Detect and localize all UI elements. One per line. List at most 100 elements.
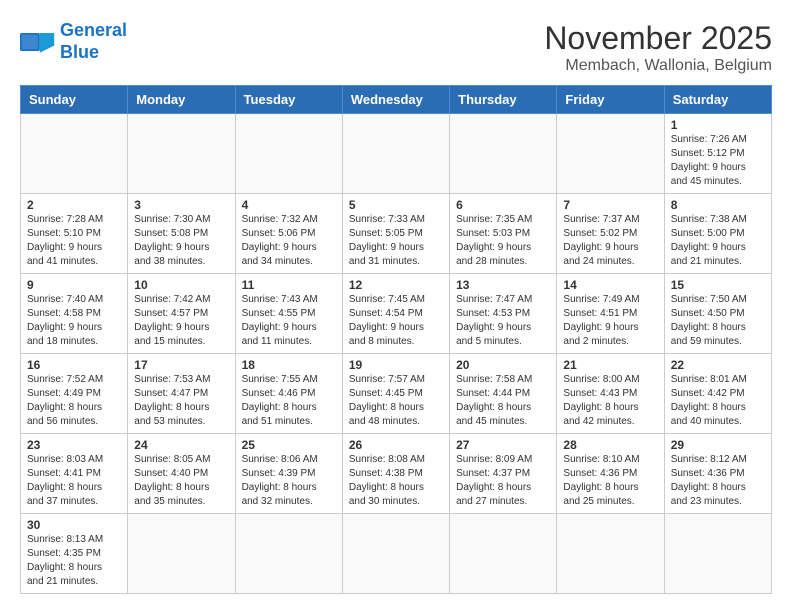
weekday-header-tuesday: Tuesday (235, 86, 342, 114)
week-row-3: 16Sunrise: 7:52 AM Sunset: 4:49 PM Dayli… (21, 354, 772, 434)
logo-general: General (60, 20, 127, 40)
calendar-cell: 11Sunrise: 7:43 AM Sunset: 4:55 PM Dayli… (235, 274, 342, 354)
calendar-cell (342, 514, 449, 594)
cell-content: Sunrise: 7:57 AM Sunset: 4:45 PM Dayligh… (349, 373, 443, 429)
calendar-cell (128, 114, 235, 194)
date-number: 28 (563, 438, 657, 452)
calendar-cell (557, 114, 664, 194)
calendar-cell: 28Sunrise: 8:10 AM Sunset: 4:36 PM Dayli… (557, 434, 664, 514)
date-number: 15 (671, 278, 765, 292)
calendar-cell: 20Sunrise: 7:58 AM Sunset: 4:44 PM Dayli… (450, 354, 557, 434)
calendar-cell: 7Sunrise: 7:37 AM Sunset: 5:02 PM Daylig… (557, 194, 664, 274)
calendar-cell: 3Sunrise: 7:30 AM Sunset: 5:08 PM Daylig… (128, 194, 235, 274)
cell-content: Sunrise: 8:08 AM Sunset: 4:38 PM Dayligh… (349, 453, 443, 509)
cell-content: Sunrise: 7:35 AM Sunset: 5:03 PM Dayligh… (456, 213, 550, 269)
date-number: 2 (27, 198, 121, 212)
calendar-cell: 8Sunrise: 7:38 AM Sunset: 5:00 PM Daylig… (664, 194, 771, 274)
cell-content: Sunrise: 7:47 AM Sunset: 4:53 PM Dayligh… (456, 293, 550, 349)
weekday-header-row: SundayMondayTuesdayWednesdayThursdayFrid… (21, 86, 772, 114)
logo: General Blue (20, 20, 127, 63)
week-row-2: 9Sunrise: 7:40 AM Sunset: 4:58 PM Daylig… (21, 274, 772, 354)
calendar-cell (235, 114, 342, 194)
cell-content: Sunrise: 7:53 AM Sunset: 4:47 PM Dayligh… (134, 373, 228, 429)
date-number: 1 (671, 118, 765, 132)
calendar-cell: 16Sunrise: 7:52 AM Sunset: 4:49 PM Dayli… (21, 354, 128, 434)
cell-content: Sunrise: 8:03 AM Sunset: 4:41 PM Dayligh… (27, 453, 121, 509)
calendar-cell: 1Sunrise: 7:26 AM Sunset: 5:12 PM Daylig… (664, 114, 771, 194)
cell-content: Sunrise: 7:45 AM Sunset: 4:54 PM Dayligh… (349, 293, 443, 349)
cell-content: Sunrise: 8:09 AM Sunset: 4:37 PM Dayligh… (456, 453, 550, 509)
date-number: 19 (349, 358, 443, 372)
calendar-cell: 5Sunrise: 7:33 AM Sunset: 5:05 PM Daylig… (342, 194, 449, 274)
cell-content: Sunrise: 7:58 AM Sunset: 4:44 PM Dayligh… (456, 373, 550, 429)
cell-content: Sunrise: 7:32 AM Sunset: 5:06 PM Dayligh… (242, 213, 336, 269)
week-row-1: 2Sunrise: 7:28 AM Sunset: 5:10 PM Daylig… (21, 194, 772, 274)
date-number: 22 (671, 358, 765, 372)
calendar-cell (21, 114, 128, 194)
calendar-cell: 21Sunrise: 8:00 AM Sunset: 4:43 PM Dayli… (557, 354, 664, 434)
date-number: 13 (456, 278, 550, 292)
date-number: 29 (671, 438, 765, 452)
calendar-cell: 30Sunrise: 8:13 AM Sunset: 4:35 PM Dayli… (21, 514, 128, 594)
date-number: 14 (563, 278, 657, 292)
month-title: November 2025 (544, 20, 772, 57)
calendar-cell (450, 514, 557, 594)
date-number: 4 (242, 198, 336, 212)
date-number: 20 (456, 358, 550, 372)
calendar-cell (128, 514, 235, 594)
cell-content: Sunrise: 8:06 AM Sunset: 4:39 PM Dayligh… (242, 453, 336, 509)
calendar-cell: 18Sunrise: 7:55 AM Sunset: 4:46 PM Dayli… (235, 354, 342, 434)
calendar-cell (664, 514, 771, 594)
cell-content: Sunrise: 7:37 AM Sunset: 5:02 PM Dayligh… (563, 213, 657, 269)
calendar-cell: 2Sunrise: 7:28 AM Sunset: 5:10 PM Daylig… (21, 194, 128, 274)
cell-content: Sunrise: 7:38 AM Sunset: 5:00 PM Dayligh… (671, 213, 765, 269)
calendar-cell: 12Sunrise: 7:45 AM Sunset: 4:54 PM Dayli… (342, 274, 449, 354)
cell-content: Sunrise: 7:30 AM Sunset: 5:08 PM Dayligh… (134, 213, 228, 269)
cell-content: Sunrise: 8:12 AM Sunset: 4:36 PM Dayligh… (671, 453, 765, 509)
title-area: November 2025 Membach, Wallonia, Belgium (544, 20, 772, 75)
calendar-cell: 29Sunrise: 8:12 AM Sunset: 4:36 PM Dayli… (664, 434, 771, 514)
date-number: 8 (671, 198, 765, 212)
weekday-header-monday: Monday (128, 86, 235, 114)
calendar-cell: 19Sunrise: 7:57 AM Sunset: 4:45 PM Dayli… (342, 354, 449, 434)
date-number: 6 (456, 198, 550, 212)
cell-content: Sunrise: 7:50 AM Sunset: 4:50 PM Dayligh… (671, 293, 765, 349)
date-number: 10 (134, 278, 228, 292)
date-number: 5 (349, 198, 443, 212)
date-number: 17 (134, 358, 228, 372)
calendar-cell: 9Sunrise: 7:40 AM Sunset: 4:58 PM Daylig… (21, 274, 128, 354)
logo-icon (20, 27, 56, 57)
date-number: 9 (27, 278, 121, 292)
calendar-cell: 23Sunrise: 8:03 AM Sunset: 4:41 PM Dayli… (21, 434, 128, 514)
date-number: 27 (456, 438, 550, 452)
calendar-cell: 14Sunrise: 7:49 AM Sunset: 4:51 PM Dayli… (557, 274, 664, 354)
cell-content: Sunrise: 7:42 AM Sunset: 4:57 PM Dayligh… (134, 293, 228, 349)
calendar-cell (235, 514, 342, 594)
calendar-cell: 25Sunrise: 8:06 AM Sunset: 4:39 PM Dayli… (235, 434, 342, 514)
date-number: 16 (27, 358, 121, 372)
weekday-header-friday: Friday (557, 86, 664, 114)
cell-content: Sunrise: 8:10 AM Sunset: 4:36 PM Dayligh… (563, 453, 657, 509)
weekday-header-thursday: Thursday (450, 86, 557, 114)
calendar-cell: 10Sunrise: 7:42 AM Sunset: 4:57 PM Dayli… (128, 274, 235, 354)
date-number: 3 (134, 198, 228, 212)
calendar-cell: 17Sunrise: 7:53 AM Sunset: 4:47 PM Dayli… (128, 354, 235, 434)
date-number: 12 (349, 278, 443, 292)
date-number: 11 (242, 278, 336, 292)
cell-content: Sunrise: 8:05 AM Sunset: 4:40 PM Dayligh… (134, 453, 228, 509)
calendar-cell: 27Sunrise: 8:09 AM Sunset: 4:37 PM Dayli… (450, 434, 557, 514)
date-number: 30 (27, 518, 121, 532)
date-number: 23 (27, 438, 121, 452)
date-number: 26 (349, 438, 443, 452)
calendar-cell: 4Sunrise: 7:32 AM Sunset: 5:06 PM Daylig… (235, 194, 342, 274)
header: General Blue November 2025 Membach, Wall… (20, 20, 772, 75)
date-number: 18 (242, 358, 336, 372)
calendar-cell (342, 114, 449, 194)
cell-content: Sunrise: 7:33 AM Sunset: 5:05 PM Dayligh… (349, 213, 443, 269)
weekday-header-wednesday: Wednesday (342, 86, 449, 114)
calendar: SundayMondayTuesdayWednesdayThursdayFrid… (20, 85, 772, 594)
date-number: 24 (134, 438, 228, 452)
weekday-header-sunday: Sunday (21, 86, 128, 114)
calendar-cell: 13Sunrise: 7:47 AM Sunset: 4:53 PM Dayli… (450, 274, 557, 354)
calendar-cell (450, 114, 557, 194)
